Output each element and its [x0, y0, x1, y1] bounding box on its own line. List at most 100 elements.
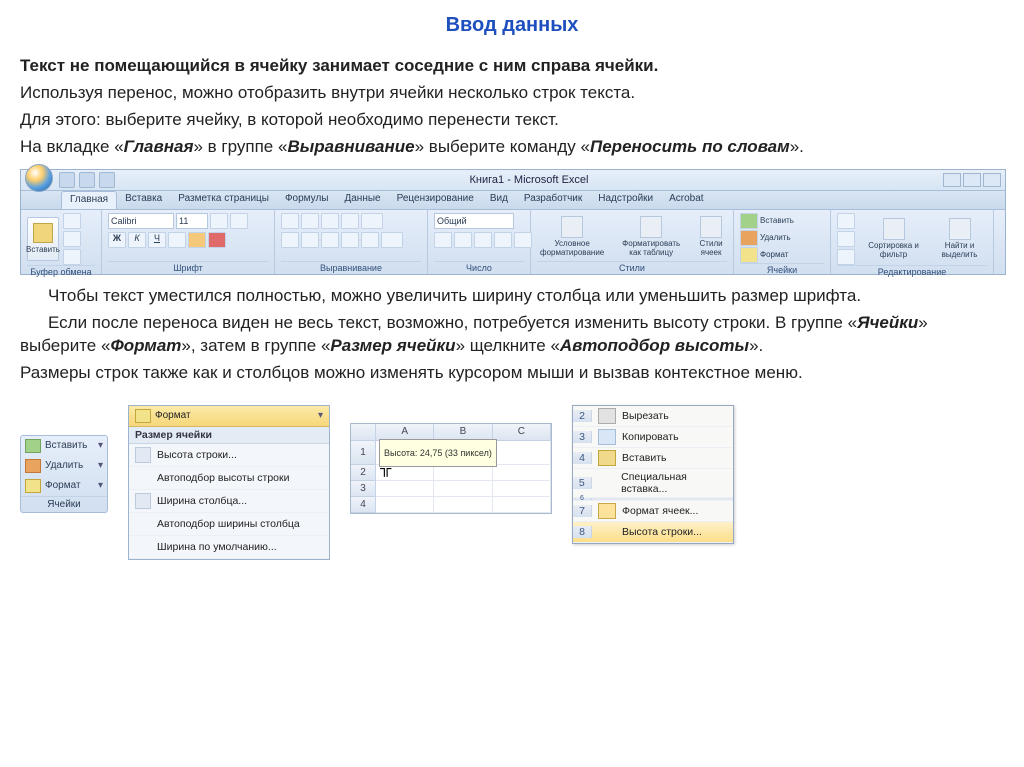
sort-filter-button[interactable]: Сортировка и фильтр [861, 218, 926, 260]
menu-autofit-row[interactable]: Автоподбор высоты строки [129, 467, 329, 490]
office-button[interactable] [25, 164, 53, 192]
underline-icon[interactable]: Ч [148, 232, 166, 248]
cut-icon[interactable] [63, 213, 81, 229]
font-name-select[interactable]: Calibri [108, 213, 174, 229]
cells-insert-button[interactable]: Вставить ▾ [21, 436, 107, 456]
clear-icon[interactable] [837, 249, 855, 265]
border-icon[interactable] [168, 232, 186, 248]
align-top-icon[interactable] [281, 213, 299, 229]
paste-button[interactable]: Вставить [27, 217, 59, 261]
format-painter-icon[interactable] [63, 249, 81, 265]
align-left-icon[interactable] [281, 232, 299, 248]
conditional-format-button[interactable]: Условное форматирование [537, 216, 607, 258]
font-color-icon[interactable] [208, 232, 226, 248]
tab-view[interactable]: Вид [482, 191, 516, 209]
find-select-button[interactable]: Найти и выделить [932, 218, 987, 260]
cells-delete-button[interactable]: Удалить ▾ [21, 456, 107, 476]
tab-formulas[interactable]: Формулы [277, 191, 337, 209]
qat-redo-icon[interactable] [99, 172, 115, 188]
paste-icon [33, 223, 53, 243]
row-header-1[interactable]: 1 Высота: 24,75 (33 пиксел) [351, 441, 376, 465]
align-middle-icon[interactable] [301, 213, 319, 229]
align-bottom-icon[interactable] [321, 213, 339, 229]
menu-autofit-col[interactable]: Автоподбор ширины столбца [129, 513, 329, 536]
qat-save-icon[interactable] [59, 172, 75, 188]
percent-icon[interactable] [454, 232, 472, 248]
ctx-paste-special[interactable]: 5Специальная вставка... [573, 469, 733, 498]
format-menu-section: Размер ячейки [129, 427, 329, 444]
close-icon[interactable] [983, 173, 1001, 187]
bold-icon[interactable]: Ж [108, 232, 126, 248]
quick-access-toolbar [59, 172, 115, 188]
format-cells-icon[interactable] [740, 247, 758, 263]
format-menu-header[interactable]: Формат ▾ [129, 406, 329, 427]
maximize-icon[interactable] [963, 173, 981, 187]
number-format-select[interactable]: Общий [434, 213, 514, 229]
col-width-icon [135, 493, 151, 509]
group-clipboard: Вставить Буфер обмена [21, 210, 102, 274]
cell-styles-button[interactable]: Стили ячеек [695, 216, 727, 258]
shrink-font-icon[interactable] [230, 213, 248, 229]
tab-review[interactable]: Рецензирование [389, 191, 482, 209]
increase-decimal-icon[interactable] [494, 232, 512, 248]
tab-data[interactable]: Данные [336, 191, 388, 209]
wrap-text-icon[interactable] [361, 213, 383, 229]
ctx-copy[interactable]: 3Копировать [573, 427, 733, 448]
context-menu: 2Вырезать 3Копировать 4Вставить 5Специал… [572, 405, 734, 544]
cells-panel-label: Ячейки [21, 496, 107, 512]
tab-layout[interactable]: Разметка страницы [170, 191, 277, 209]
minimize-icon[interactable] [943, 173, 961, 187]
row-header-4[interactable]: 4 [351, 497, 376, 513]
orientation-icon[interactable] [341, 213, 359, 229]
cells-format-button[interactable]: Формат ▾ [21, 476, 107, 496]
tab-acrobat[interactable]: Acrobat [661, 191, 711, 209]
delete-cells-icon[interactable] [740, 230, 758, 246]
qat-undo-icon[interactable] [79, 172, 95, 188]
col-header-c[interactable]: C [493, 424, 551, 441]
paragraph-2: Используя перенос, можно отобразить внут… [20, 82, 1004, 105]
fill-icon[interactable] [837, 231, 855, 247]
comma-icon[interactable] [474, 232, 492, 248]
tab-addins[interactable]: Надстройки [590, 191, 661, 209]
menu-default-width[interactable]: Ширина по умолчанию... [129, 536, 329, 559]
autosum-icon[interactable] [837, 213, 855, 229]
ctx-row-height[interactable]: 8Высота строки... [573, 522, 733, 543]
merge-icon[interactable] [381, 232, 403, 248]
ctx-cut[interactable]: 2Вырезать [573, 406, 733, 427]
ctx-format-cells[interactable]: 7Формат ячеек... [573, 501, 733, 522]
grow-font-icon[interactable] [210, 213, 228, 229]
currency-icon[interactable] [434, 232, 452, 248]
paragraph-6: Если после переноса виден не весь текст,… [20, 312, 1004, 358]
italic-icon[interactable]: К [128, 232, 146, 248]
tab-developer[interactable]: Разработчик [516, 191, 590, 209]
align-center-icon[interactable] [301, 232, 319, 248]
cut-icon [598, 408, 616, 424]
group-number: Общий Число [428, 210, 531, 274]
align-right-icon[interactable] [321, 232, 339, 248]
copy-icon[interactable] [63, 231, 81, 247]
format-cells-icon [598, 503, 616, 519]
font-size-select[interactable]: 11 [176, 213, 208, 229]
group-font: Calibri 11 Ж К Ч Шрифт [102, 210, 275, 274]
paste-icon [598, 450, 616, 466]
ribbon-tabs: Главная Вставка Разметка страницы Формул… [21, 191, 1005, 210]
window-controls [943, 173, 1001, 187]
paragraph-3: Для этого: выберите ячейку, в которой не… [20, 109, 1004, 132]
tab-home[interactable]: Главная [61, 191, 117, 209]
format-icon [25, 479, 41, 493]
delete-icon [25, 459, 41, 473]
select-all-corner[interactable] [351, 424, 376, 441]
insert-cells-icon[interactable] [740, 213, 758, 229]
fill-color-icon[interactable] [188, 232, 206, 248]
format-as-table-button[interactable]: Форматировать как таблицу [615, 216, 687, 258]
decrease-decimal-icon[interactable] [514, 232, 532, 248]
row-header-3[interactable]: 3 [351, 481, 376, 497]
tab-insert[interactable]: Вставка [117, 191, 170, 209]
row-header-2[interactable]: 2 [351, 465, 376, 481]
indent-decrease-icon[interactable] [341, 232, 359, 248]
group-alignment: Выравнивание [275, 210, 428, 274]
ctx-paste[interactable]: 4Вставить [573, 448, 733, 469]
menu-col-width[interactable]: Ширина столбца... [129, 490, 329, 513]
menu-row-height[interactable]: Высота строки... [129, 444, 329, 467]
indent-increase-icon[interactable] [361, 232, 379, 248]
